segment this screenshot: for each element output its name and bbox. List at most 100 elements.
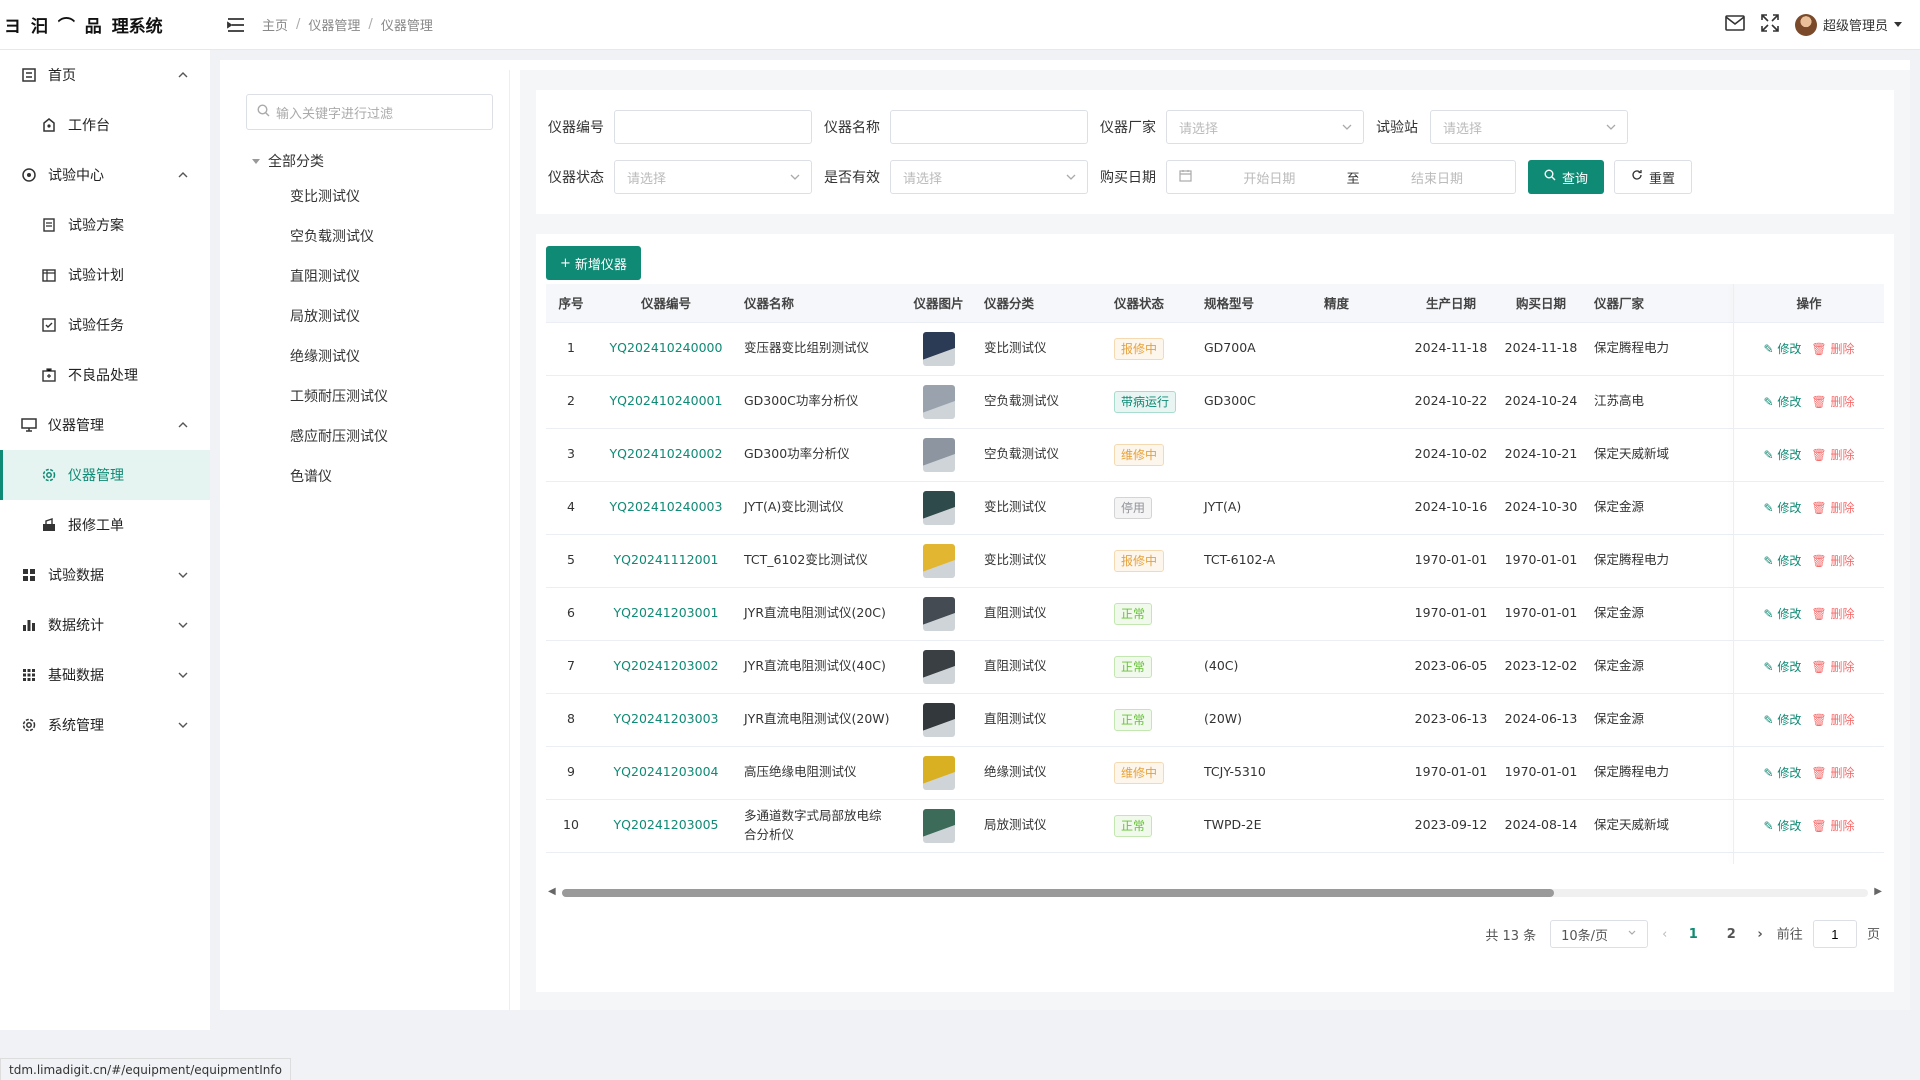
cell-code[interactable]: YQ20241203004 bbox=[596, 746, 736, 800]
tree-node[interactable]: 直阻测试仪 bbox=[246, 256, 493, 296]
status-select[interactable]: 请选择 bbox=[614, 160, 812, 194]
delete-button[interactable]: 🗑 删除 bbox=[1811, 658, 1854, 676]
edit-button[interactable]: ✎ 修改 bbox=[1764, 499, 1802, 517]
add-equipment-button[interactable]: + 新增仪器 bbox=[546, 246, 641, 280]
sidebar-item-test-schedule[interactable]: 试验计划 bbox=[0, 250, 210, 300]
reset-button[interactable]: 重置 bbox=[1614, 160, 1693, 194]
mail-icon[interactable] bbox=[1725, 14, 1745, 35]
tree-node[interactable]: 变比测试仪 bbox=[246, 176, 493, 216]
valid-select[interactable]: 请选择 bbox=[890, 160, 1088, 194]
sidebar-group-home[interactable]: 首页 bbox=[0, 50, 210, 100]
equipment-code-link[interactable]: YQ20241203002 bbox=[614, 658, 719, 673]
equipment-thumbnail[interactable] bbox=[922, 543, 955, 578]
tree-node[interactable]: 空负载测试仪 bbox=[246, 216, 493, 256]
cell-image[interactable] bbox=[901, 534, 976, 588]
cell-code[interactable]: YQ20241203002 bbox=[596, 640, 736, 694]
menu-collapse-icon[interactable] bbox=[224, 13, 248, 37]
equipment-code-link[interactable]: YQ20241203001 bbox=[614, 605, 719, 620]
sidebar-item-test-task[interactable]: 试验任务 bbox=[0, 300, 210, 350]
cell-code[interactable]: YQ202410240000 bbox=[596, 322, 736, 376]
equipment-code-link[interactable]: YQ20241203005 bbox=[614, 817, 719, 832]
equipment-thumbnail[interactable] bbox=[922, 437, 955, 472]
edit-button[interactable]: ✎ 修改 bbox=[1764, 764, 1802, 782]
breadcrumb-home[interactable]: 主页 bbox=[262, 15, 288, 34]
goto-page-input[interactable] bbox=[1812, 920, 1857, 948]
equipment-code-link[interactable]: YQ202410240001 bbox=[610, 393, 723, 408]
sidebar-item-test-plan-scheme[interactable]: 试验方案 bbox=[0, 200, 210, 250]
delete-button[interactable]: 🗑 删除 bbox=[1811, 605, 1854, 623]
search-button[interactable]: 查询 bbox=[1528, 160, 1605, 194]
page-1[interactable]: 1 bbox=[1681, 927, 1705, 942]
tree-node[interactable]: 色谱仪 bbox=[246, 456, 493, 496]
cell-image[interactable] bbox=[901, 428, 976, 482]
sidebar-group-system[interactable]: 系统管理 bbox=[0, 700, 210, 750]
start-date[interactable]: 开始日期 bbox=[1243, 168, 1295, 187]
delete-button[interactable]: 🗑 删除 bbox=[1811, 393, 1854, 411]
sidebar-item-equipment-management[interactable]: 仪器管理 bbox=[0, 450, 210, 500]
tree-node[interactable]: 感应耐压测试仪 bbox=[246, 416, 493, 456]
equipment-thumbnail[interactable] bbox=[922, 384, 955, 419]
edit-button[interactable]: ✎ 修改 bbox=[1764, 711, 1802, 729]
equipment-thumbnail[interactable] bbox=[922, 808, 955, 843]
tree-root[interactable]: 全部分类 bbox=[246, 146, 493, 176]
name-input[interactable] bbox=[890, 110, 1088, 144]
delete-button[interactable]: 🗑 删除 bbox=[1811, 499, 1854, 517]
sidebar-item-repair-order[interactable]: 报修工单 bbox=[0, 500, 210, 550]
prev-page-icon[interactable]: ‹ bbox=[1662, 927, 1667, 942]
delete-button[interactable]: 🗑 删除 bbox=[1811, 817, 1854, 835]
cell-image[interactable] bbox=[901, 693, 976, 747]
equipment-code-link[interactable]: YQ202410240000 bbox=[610, 340, 723, 355]
scroll-left-icon[interactable]: ◀ bbox=[548, 886, 556, 897]
equipment-code-link[interactable]: YQ20241112001 bbox=[614, 552, 719, 567]
cell-image[interactable] bbox=[901, 481, 976, 535]
cell-image[interactable] bbox=[901, 587, 976, 641]
delete-button[interactable]: 🗑 删除 bbox=[1811, 711, 1854, 729]
horizontal-scrollbar[interactable]: ◀ ▶ bbox=[546, 884, 1884, 898]
cell-code[interactable]: YQ202410240001 bbox=[596, 375, 736, 429]
page-2[interactable]: 2 bbox=[1719, 927, 1743, 942]
user-menu[interactable]: 超级管理员 bbox=[1794, 13, 1902, 36]
cell-code[interactable]: YQ20241203005 bbox=[596, 799, 736, 853]
page-size-select[interactable]: 10条/页 bbox=[1550, 920, 1649, 948]
cell-image[interactable] bbox=[901, 746, 976, 800]
edit-button[interactable]: ✎ 修改 bbox=[1764, 605, 1802, 623]
scroll-right-icon[interactable]: ▶ bbox=[1874, 886, 1882, 897]
edit-button[interactable]: ✎ 修改 bbox=[1764, 446, 1802, 464]
delete-button[interactable]: 🗑 删除 bbox=[1811, 340, 1854, 358]
scrollbar-thumb[interactable] bbox=[562, 889, 1554, 897]
edit-button[interactable]: ✎ 修改 bbox=[1764, 817, 1802, 835]
breadcrumb-equipment[interactable]: 仪器管理 bbox=[308, 15, 360, 34]
cell-code[interactable]: YQ20241203003 bbox=[596, 693, 736, 747]
cell-code[interactable]: YQ202410240003 bbox=[596, 481, 736, 535]
station-select[interactable]: 请选择 bbox=[1430, 110, 1628, 144]
cell-code[interactable]: YQ202410240002 bbox=[596, 428, 736, 482]
equipment-thumbnail[interactable] bbox=[922, 331, 955, 366]
sidebar-item-workbench[interactable]: 工作台 bbox=[0, 100, 210, 150]
delete-button[interactable]: 🗑 删除 bbox=[1811, 552, 1854, 570]
vendor-select[interactable]: 请选择 bbox=[1166, 110, 1364, 144]
edit-button[interactable]: ✎ 修改 bbox=[1764, 340, 1802, 358]
tree-node[interactable]: 工频耐压测试仪 bbox=[246, 376, 493, 416]
tree-node[interactable]: 局放测试仪 bbox=[246, 296, 493, 336]
cell-image[interactable] bbox=[901, 640, 976, 694]
tree-search-input[interactable]: 输入关键字进行过滤 bbox=[246, 94, 493, 130]
sidebar-item-defect-handling[interactable]: 不良品处理 bbox=[0, 350, 210, 400]
sidebar-group-basic-data[interactable]: 基础数据 bbox=[0, 650, 210, 700]
equipment-thumbnail[interactable] bbox=[922, 649, 955, 684]
equipment-thumbnail[interactable] bbox=[922, 596, 955, 631]
sidebar-group-test-center[interactable]: 试验中心 bbox=[0, 150, 210, 200]
fullscreen-icon[interactable] bbox=[1761, 13, 1779, 36]
equipment-code-link[interactable]: YQ20241203003 bbox=[614, 711, 719, 726]
sidebar-group-statistics[interactable]: 数据统计 bbox=[0, 600, 210, 650]
edit-button[interactable]: ✎ 修改 bbox=[1764, 658, 1802, 676]
code-input[interactable] bbox=[614, 110, 812, 144]
end-date[interactable]: 结束日期 bbox=[1411, 168, 1463, 187]
cell-code[interactable]: YQ20241112001 bbox=[596, 534, 736, 588]
equipment-code-link[interactable]: YQ20241203004 bbox=[614, 764, 719, 779]
cell-image[interactable] bbox=[901, 799, 976, 853]
equipment-code-link[interactable]: YQ202410240002 bbox=[610, 446, 723, 461]
sidebar-group-test-data[interactable]: 试验数据 bbox=[0, 550, 210, 600]
edit-button[interactable]: ✎ 修改 bbox=[1764, 552, 1802, 570]
equipment-code-link[interactable]: YQ202410240003 bbox=[610, 499, 723, 514]
cell-code[interactable]: YQ20241203001 bbox=[596, 587, 736, 641]
